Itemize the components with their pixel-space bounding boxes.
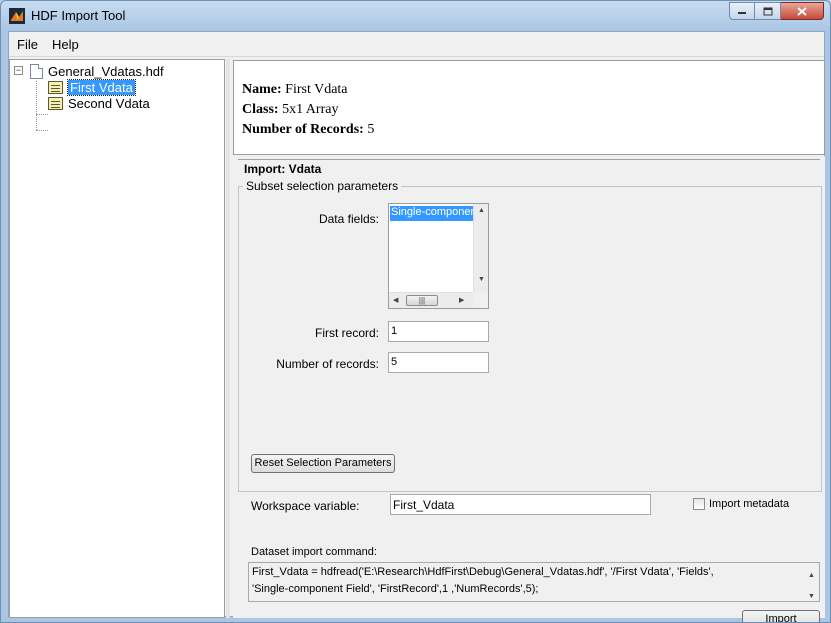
- client-area: File Help − General_Vdatas.hdf First Vda…: [8, 31, 825, 622]
- maximize-button[interactable]: [755, 2, 781, 20]
- num-records-input[interactable]: 5: [388, 352, 489, 373]
- tree-node-root[interactable]: General_Vdatas.hdf: [30, 63, 164, 79]
- listbox-vertical-scrollbar[interactable]: ▲ ▼: [473, 204, 488, 293]
- title-bar[interactable]: HDF Import Tool: [1, 1, 830, 31]
- collapse-toggle[interactable]: −: [14, 66, 23, 75]
- tree-guide: [36, 114, 48, 115]
- dataset-info-panel: Name: First Vdata Class: 5x1 Array Numbe…: [233, 60, 825, 155]
- command-scrollbar[interactable]: ▲ ▼: [804, 563, 819, 601]
- scroll-down-icon[interactable]: ▼: [478, 276, 485, 283]
- data-fields-listbox[interactable]: Single-componen ▲ ▼ ◀ ||| ▶: [388, 203, 489, 309]
- info-class-label: Class:: [242, 102, 279, 117]
- import-metadata-label: Import metadata: [709, 498, 790, 510]
- info-records-label: Number of Records:: [242, 122, 364, 137]
- close-button[interactable]: [781, 2, 824, 20]
- minimize-button[interactable]: [729, 2, 755, 20]
- menu-file[interactable]: File: [17, 37, 38, 52]
- tree-guide: [36, 130, 48, 131]
- tree-node-label: First Vdata: [67, 78, 136, 96]
- command-line-1: First_Vdata = hdfread('E:\Research\HdfFi…: [252, 566, 714, 578]
- window-title: HDF Import Tool: [31, 8, 126, 23]
- vdata-table-icon: [48, 80, 63, 94]
- scroll-left-icon[interactable]: ◀: [393, 296, 398, 304]
- workspace-variable-input[interactable]: First_Vdata: [390, 494, 651, 515]
- reset-selection-button[interactable]: Reset Selection Parameters: [251, 454, 395, 473]
- info-name-value: First Vdata: [285, 82, 348, 97]
- menu-help[interactable]: Help: [52, 37, 79, 52]
- data-fields-label: Data fields:: [318, 212, 379, 226]
- menu-bar: File Help: [9, 32, 824, 57]
- scroll-up-icon[interactable]: ▲: [478, 207, 485, 214]
- num-records-label: Number of records:: [276, 357, 379, 371]
- minimize-icon: [738, 12, 746, 14]
- import-panel: Import: Vdata Subset selection parameter…: [233, 156, 825, 622]
- panel-splitter[interactable]: [226, 59, 230, 618]
- scroll-down-icon[interactable]: ▼: [808, 588, 815, 601]
- file-tree[interactable]: − General_Vdatas.hdf First Vdata Second …: [9, 59, 225, 618]
- scroll-thumb[interactable]: |||: [406, 295, 438, 306]
- import-command-text[interactable]: First_Vdata = hdfread('E:\Research\HdfFi…: [248, 562, 820, 602]
- command-line-2: 'Single-component Field', 'FirstRecord',…: [252, 583, 539, 595]
- matlab-logo-icon: [9, 8, 25, 24]
- tree-guide: [36, 81, 37, 130]
- app-window: HDF Import Tool File Help − General_Vdat…: [0, 0, 831, 623]
- command-label: Dataset import command:: [251, 546, 377, 558]
- maximize-icon: [763, 7, 772, 15]
- info-name: Name: First Vdata: [242, 82, 348, 98]
- tree-node-first-vdata[interactable]: First Vdata: [48, 78, 136, 96]
- info-name-label: Name:: [242, 82, 282, 97]
- tree-node-label: Second Vdata: [68, 95, 150, 111]
- first-record-label: First record:: [314, 326, 379, 340]
- subset-group-title: Subset selection parameters: [243, 179, 402, 193]
- panel-separator: [238, 159, 820, 160]
- info-class-value: 5x1 Array: [282, 102, 339, 117]
- tree-node-second-vdata[interactable]: Second Vdata: [48, 95, 150, 111]
- import-button[interactable]: Import: [742, 610, 820, 622]
- scroll-up-icon[interactable]: ▲: [808, 567, 815, 584]
- listbox-horizontal-scrollbar[interactable]: ◀ ||| ▶: [389, 292, 474, 308]
- file-icon: [30, 63, 43, 79]
- close-icon: [797, 6, 807, 16]
- scrollbar-corner: [473, 292, 488, 308]
- scroll-right-icon[interactable]: ▶: [459, 296, 464, 304]
- first-record-input[interactable]: 1: [388, 321, 489, 342]
- info-records-value: 5: [367, 122, 375, 137]
- tree-node-label: General_Vdatas.hdf: [48, 63, 164, 79]
- info-records: Number of Records: 5: [242, 122, 374, 138]
- data-fields-option[interactable]: Single-componen: [390, 206, 473, 221]
- vdata-table-icon: [48, 96, 63, 110]
- info-class: Class: 5x1 Array: [242, 102, 338, 118]
- import-metadata-checkbox[interactable]: [693, 498, 705, 510]
- import-title: Import: Vdata: [244, 162, 322, 176]
- workspace-variable-label: Workspace variable:: [251, 499, 360, 513]
